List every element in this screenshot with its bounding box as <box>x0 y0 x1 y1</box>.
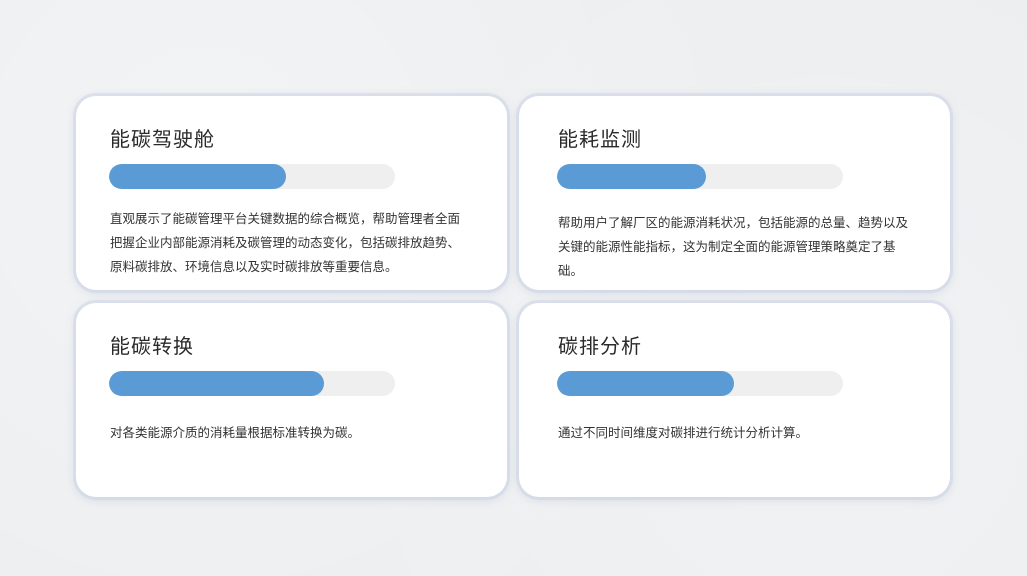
progress-bar <box>109 371 395 396</box>
card-energy-carbon-conversion[interactable]: 能碳转换 对各类能源介质的消耗量根据标准转换为碳。 <box>76 303 507 497</box>
card-energy-carbon-cockpit[interactable]: 能碳驾驶舱 直观展示了能碳管理平台关键数据的综合概览，帮助管理者全面把握企业内部… <box>76 96 507 290</box>
card-description: 通过不同时间维度对碳排进行统计分析计算。 <box>558 425 809 440</box>
card-description: 对各类能源介质的消耗量根据标准转换为碳。 <box>110 425 361 440</box>
progress-bar <box>557 164 843 189</box>
progress-bar <box>109 164 395 189</box>
card-description: 帮助用户了解厂区的能源消耗状况，包括能源的总量、趋势以及关键的能源性能指标，这为… <box>558 215 909 278</box>
card-title: 能碳转换 <box>110 334 194 358</box>
progress-fill <box>557 164 706 189</box>
progress-fill <box>109 164 287 189</box>
page: 能碳驾驶舱 直观展示了能碳管理平台关键数据的综合概览，帮助管理者全面把握企业内部… <box>0 0 1027 576</box>
progress-fill <box>557 371 735 396</box>
card-title: 能耗监测 <box>558 127 642 151</box>
card-energy-monitoring[interactable]: 能耗监测 帮助用户了解厂区的能源消耗状况，包括能源的总量、趋势以及关键的能源性能… <box>519 96 950 290</box>
card-title: 碳排分析 <box>558 334 642 358</box>
progress-bar <box>557 371 843 396</box>
card-title: 能碳驾驶舱 <box>110 127 215 151</box>
card-carbon-emission-analysis[interactable]: 碳排分析 通过不同时间维度对碳排进行统计分析计算。 <box>519 303 950 497</box>
card-description: 直观展示了能碳管理平台关键数据的综合概览，帮助管理者全面把握企业内部能源消耗及碳… <box>110 211 461 274</box>
progress-fill <box>109 371 324 396</box>
